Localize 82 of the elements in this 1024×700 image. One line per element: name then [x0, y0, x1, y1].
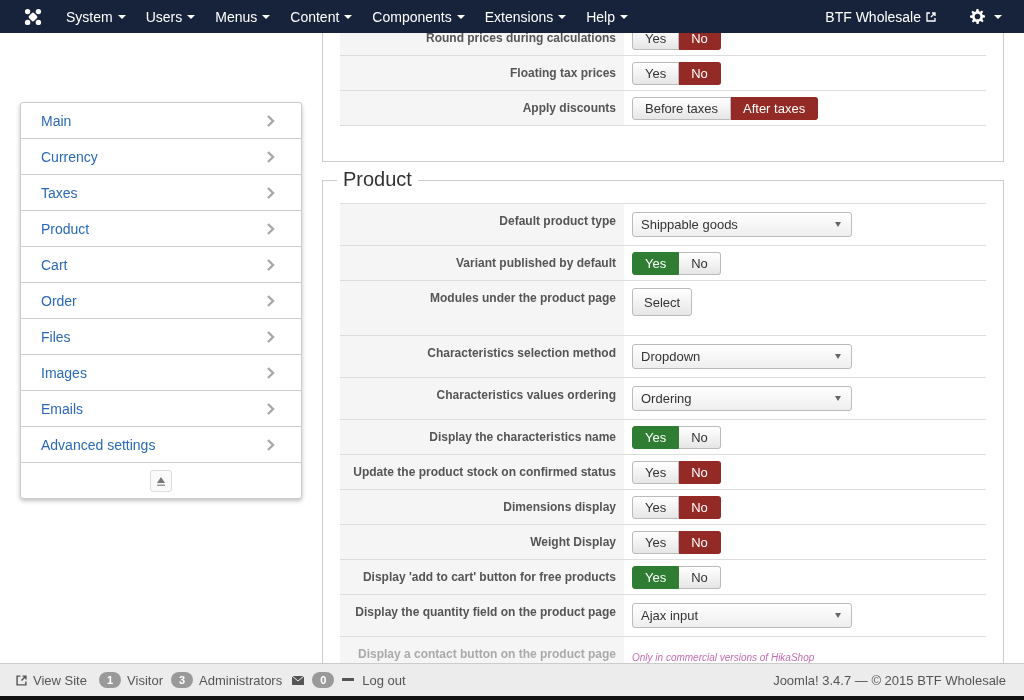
select-button[interactable]: Select [632, 288, 693, 316]
setting-label: Modules under the product page [340, 281, 624, 335]
setting-label: Round prices during calculations [340, 33, 624, 55]
toggle-option[interactable]: Yes [632, 252, 680, 275]
toggle-option[interactable]: Yes [632, 461, 680, 484]
toggle-option[interactable]: Yes [632, 62, 680, 85]
toggle-option[interactable]: No [679, 461, 721, 484]
setting-label: Apply discounts [340, 91, 624, 125]
joomla-logo-icon[interactable] [24, 7, 42, 26]
site-link[interactable]: BTF Wholesale [815, 8, 946, 25]
sidebar-item[interactable]: Currency [21, 139, 301, 175]
external-link-icon [16, 674, 27, 686]
chevron-right-icon [267, 186, 275, 199]
dropdown-select[interactable]: Shippable goods [632, 212, 852, 237]
toggle-option[interactable]: Yes [632, 426, 680, 449]
external-link-icon [926, 11, 936, 22]
setting-label: Update the product stock on confirmed status [340, 455, 624, 489]
nav-menu[interactable]: Help [576, 8, 638, 25]
sidebar-item[interactable]: Cart [21, 247, 301, 283]
setting-label: Floating tax prices [340, 56, 624, 90]
toggle-option[interactable]: No [679, 62, 721, 85]
setting-label: Dimensions display [340, 490, 624, 524]
sidebar-item[interactable]: Product [21, 211, 301, 247]
toggle-option[interactable]: No [679, 566, 721, 589]
nav-menu[interactable]: Components [362, 8, 475, 25]
setting-label: Display a contact button on the product page [340, 637, 624, 663]
setting-label: Default product type [340, 204, 624, 245]
toggle-option[interactable]: After taxes [731, 97, 819, 120]
setting-label: Characteristics selection method [340, 336, 624, 377]
setting-label: Display the quantity field on the product page [340, 595, 624, 636]
setting-label: Display 'add to cart' button for free products [340, 560, 624, 594]
chevron-right-icon [267, 294, 275, 307]
logout-link[interactable]: Log out [362, 672, 406, 688]
sidebar-item[interactable]: Taxes [21, 175, 301, 211]
admin-count: 3 [171, 672, 194, 688]
nav-menu[interactable]: Users [135, 8, 206, 25]
chevron-right-icon [267, 222, 275, 235]
chevron-right-icon [267, 330, 275, 343]
chevron-right-icon [267, 114, 275, 127]
nav-menu[interactable]: Menus [205, 8, 281, 25]
admin-label: Administrators [199, 672, 283, 688]
nav-menu[interactable]: Content [280, 8, 363, 25]
version-text: Joomla! 3.4.7 — © 2015 BTF Wholesale [773, 672, 1006, 688]
dropdown-select[interactable]: Ajax input [632, 603, 852, 628]
toggle-option[interactable]: Yes [632, 33, 680, 50]
note-text: Only in commercial versions of HikaShop [632, 652, 815, 663]
minus-icon [342, 678, 355, 682]
toggle-option[interactable]: No [679, 496, 721, 519]
nav-menu[interactable]: System [56, 8, 136, 25]
mail-icon[interactable] [292, 675, 305, 685]
settings-icon [970, 9, 985, 24]
toggle-option[interactable]: No [679, 426, 721, 449]
chevron-right-icon [267, 258, 275, 271]
sidebar-item[interactable]: Emails [21, 391, 301, 427]
collapse-button[interactable] [150, 469, 172, 492]
chevron-right-icon [267, 366, 275, 379]
sidebar-item[interactable]: Order [21, 283, 301, 319]
sidebar-item[interactable]: Files [21, 319, 301, 355]
setting-label: Characteristics values ordering [340, 378, 624, 419]
sidebar-item[interactable]: Main [21, 103, 301, 139]
nav-menu[interactable]: Extensions [474, 8, 577, 25]
visitor-label: Visitor [127, 672, 163, 688]
setting-label: Display the characteristics name [340, 420, 624, 454]
chevron-right-icon [267, 150, 275, 163]
toggle-option[interactable]: No [679, 252, 721, 275]
toggle-option[interactable]: Yes [632, 566, 680, 589]
toggle-option[interactable]: No [679, 33, 721, 50]
sidebar-item[interactable]: Images [21, 355, 301, 391]
visitor-count: 1 [98, 672, 122, 688]
setting-label: Variant published by default [340, 246, 624, 280]
toggle-option[interactable]: Yes [632, 531, 680, 554]
toggle-option[interactable]: Yes [632, 496, 680, 519]
dropdown-select[interactable]: Dropdown [632, 344, 852, 369]
toggle-option[interactable]: Before taxes [632, 97, 731, 120]
dropdown-select[interactable]: Ordering [632, 386, 852, 411]
chevron-right-icon [267, 438, 275, 451]
chevron-right-icon [267, 402, 275, 415]
view-site-link[interactable]: View Site [16, 672, 87, 688]
toggle-option[interactable]: No [679, 531, 721, 554]
message-count: 0 [312, 672, 335, 688]
setting-label: Weight Display [340, 525, 624, 559]
sidebar-item[interactable]: Advanced settings [21, 427, 301, 463]
